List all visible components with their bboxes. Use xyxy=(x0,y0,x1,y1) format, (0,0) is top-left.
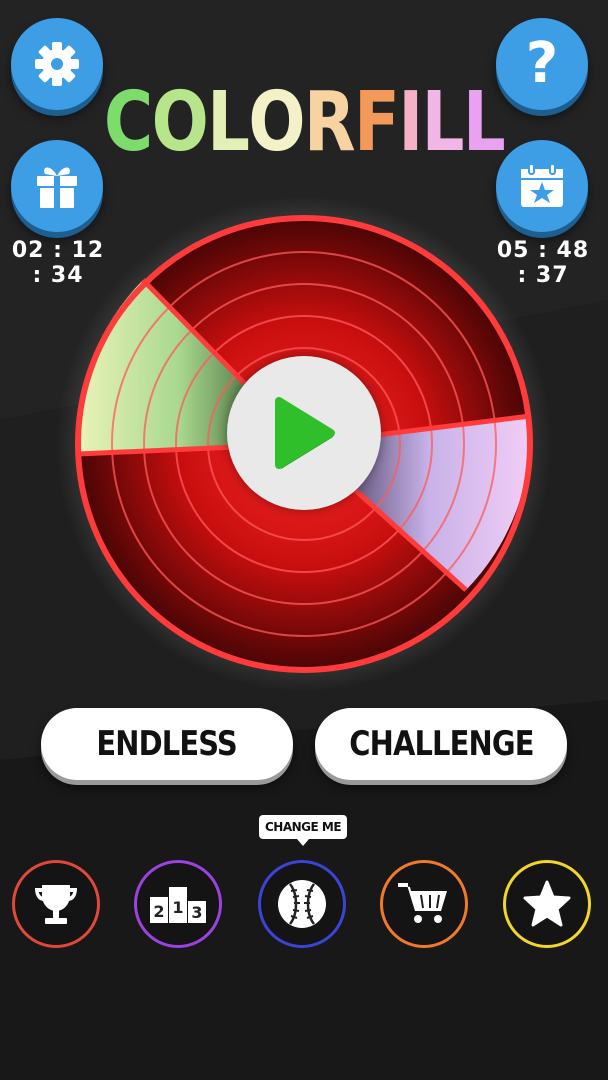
endless-mode-button[interactable]: ENDLESS xyxy=(41,708,293,780)
logo-letter: L xyxy=(462,75,506,170)
rank-1: 1 xyxy=(172,898,183,917)
leaderboard-icon: 2 1 3 xyxy=(150,887,206,923)
logo-letter: L xyxy=(421,75,465,170)
logo-letter: O xyxy=(151,75,209,170)
logo-letter: C xyxy=(103,75,153,170)
logo-letter: L xyxy=(207,75,250,170)
rate-button[interactable] xyxy=(503,860,591,948)
change-me-tooltip: CHANGE ME xyxy=(259,815,347,846)
challenge-mode-button[interactable]: CHALLENGE xyxy=(315,708,567,780)
ball-skin-button[interactable] xyxy=(258,860,346,948)
ball-icon xyxy=(278,880,326,928)
game-logo: COLORFILL xyxy=(55,82,554,164)
star-icon xyxy=(523,880,571,927)
trophy-icon xyxy=(35,885,77,924)
cart-icon xyxy=(398,883,447,923)
trophy-button[interactable] xyxy=(12,860,100,948)
leaderboard-button[interactable]: 2 1 3 xyxy=(134,860,222,948)
challenge-label: CHALLENGE xyxy=(348,724,534,764)
logo-letter: R xyxy=(303,75,356,170)
rank-3: 3 xyxy=(191,903,202,922)
logo-letter: O xyxy=(248,75,305,170)
shop-button[interactable] xyxy=(380,860,468,948)
play-icon xyxy=(275,397,335,469)
logo-letter: I xyxy=(398,75,423,170)
rank-2: 2 xyxy=(153,902,164,921)
endless-label: ENDLESS xyxy=(96,724,238,764)
play-button[interactable] xyxy=(227,356,381,510)
logo-letter: F xyxy=(354,75,400,170)
